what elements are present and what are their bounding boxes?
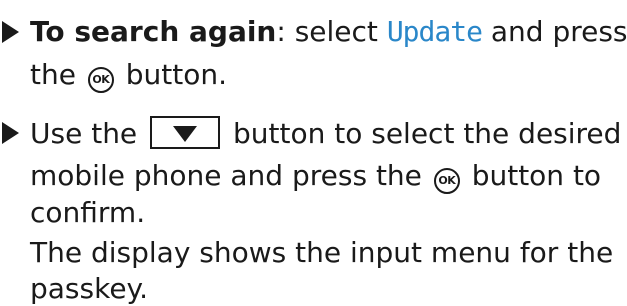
item2-line3: confirm.	[30, 196, 146, 229]
bullet-arrow-icon	[2, 21, 19, 43]
item2-line2: mobile phone and press the OK button to	[30, 159, 601, 194]
instruction-page: To search again: select Update and press…	[0, 0, 627, 305]
down-arrow-icon	[173, 126, 198, 142]
item2-line1: Use the button to select the desired	[30, 116, 621, 151]
item1-text-a: : select	[276, 15, 387, 48]
ok-button-icon: OK	[433, 168, 460, 194]
item1-line2-b: button.	[116, 58, 228, 91]
item1-line2-a: the	[30, 58, 85, 91]
item1-text-b: and press	[481, 15, 627, 48]
bullet-arrow-icon	[2, 122, 19, 144]
item1-line1: To search again: select Update and press	[30, 15, 627, 49]
item2-line2-b: button to	[462, 159, 602, 192]
item2-result-line2: passkey.	[30, 272, 149, 305]
item1-lead: To search again	[30, 15, 277, 48]
display-option-update: Update	[386, 15, 483, 48]
item1-line2: the OK button.	[30, 58, 227, 93]
item2-result-line1: The display shows the input menu for the	[30, 236, 614, 269]
ok-button-icon: OK	[87, 67, 114, 93]
item2-line1-b: button to select the desired	[224, 117, 622, 150]
item2-line1-a: Use the	[30, 117, 147, 150]
down-arrow-button-icon	[150, 116, 221, 149]
item2-line2-a: mobile phone and press the	[30, 159, 431, 192]
